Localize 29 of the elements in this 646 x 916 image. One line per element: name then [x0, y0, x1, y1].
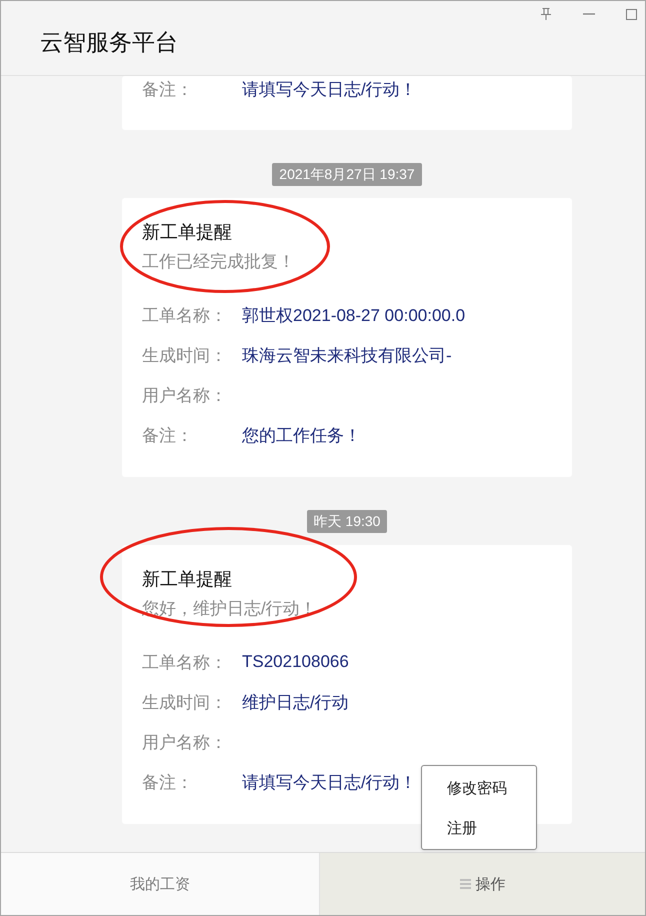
field-label: 备注： [142, 424, 193, 446]
field-label: 用户名称： [142, 384, 227, 406]
menu-item[interactable]: 注册 [447, 819, 477, 839]
menu-icon [460, 879, 470, 889]
notice-title: 新工单提醒 [142, 221, 232, 244]
field-label: 生成时间： [142, 344, 227, 366]
notice-message: 工作已经完成批复！ [142, 251, 295, 273]
pin-icon[interactable] [540, 8, 552, 20]
field-value: 请填写今天日志/行动！ [242, 78, 417, 100]
field-label: 备注： [142, 772, 193, 794]
field-value: 珠海云智未来科技有限公司- [242, 344, 452, 366]
message-timestamp: 昨天 19:30 [306, 510, 388, 533]
field-label: 工单名称： [142, 304, 227, 326]
field-value: TS202108066 [242, 652, 349, 672]
nav-tab[interactable]: 操作 [320, 853, 645, 915]
field-value: 您的工作任务！ [242, 424, 361, 446]
message-timestamp: 2021年8月27日 19:37 [272, 163, 422, 186]
field-value: 请填写今天日志/行动！ [242, 772, 417, 794]
field-label: 备注： [142, 78, 193, 100]
maximize-icon[interactable] [626, 8, 637, 20]
field-value: 郭世权2021-08-27 00:00:00.0 [242, 304, 466, 326]
app-title: 云智服务平台 [40, 28, 178, 57]
field-label: 工单名称： [142, 652, 227, 674]
menu-item[interactable]: 修改密码 [447, 779, 507, 799]
field-label: 用户名称： [142, 732, 227, 754]
field-label: 生成时间： [142, 692, 227, 714]
field-value: 维护日志/行动 [242, 692, 349, 714]
notice-title: 新工单提醒 [142, 568, 232, 591]
minimize-icon[interactable] [583, 13, 595, 15]
